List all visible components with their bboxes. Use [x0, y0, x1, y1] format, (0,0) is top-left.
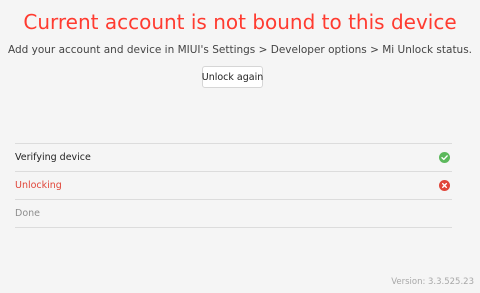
step-verifying-device: Verifying device — [15, 144, 452, 172]
step-unlocking: Unlocking — [15, 172, 452, 200]
step-label: Verifying device — [15, 152, 91, 163]
step-label: Done — [15, 208, 40, 219]
version-label: Version: 3.3.525.23 — [391, 277, 474, 287]
progress-steps: Verifying device Unlocking Done — [15, 143, 452, 228]
step-done: Done — [15, 200, 452, 228]
x-circle-icon — [439, 180, 450, 191]
unlock-again-button[interactable]: Unlock again — [202, 66, 263, 88]
page-title: Current account is not bound to this dev… — [23, 10, 457, 34]
step-label: Unlocking — [15, 180, 62, 191]
check-circle-icon — [439, 152, 450, 163]
instruction-text: Add your account and device in MIUI's Se… — [7, 44, 473, 56]
